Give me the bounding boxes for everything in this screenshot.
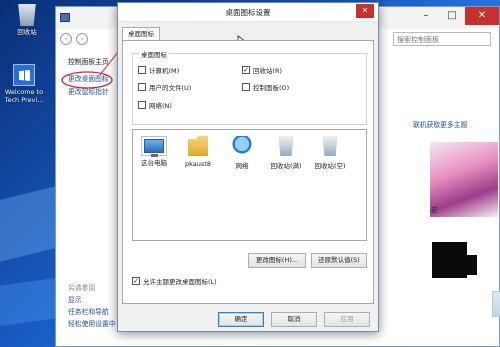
icon-item-user-folder[interactable]: pkaust8 xyxy=(179,136,217,168)
apply-button[interactable]: 应用 xyxy=(324,312,370,327)
user-folder-icon xyxy=(188,136,208,156)
group-legend: 桌面图标 xyxy=(139,49,169,59)
checkbox-box-checked[interactable]: ✓ xyxy=(132,277,140,285)
desktop-icon-settings-dialog: 桌面图标设置 ✕ 桌面图标 桌面图标 计算机(M) ✓ 回收站(R) 用户的文件… xyxy=(117,2,379,332)
allow-themes-checkbox[interactable]: ✓ 允许主题更改桌面图标(L) xyxy=(132,276,217,286)
checkbox-box[interactable] xyxy=(242,83,250,91)
recycle-bin-empty-icon xyxy=(322,136,338,156)
desktop-icons-group: 桌面图标 计算机(M) ✓ 回收站(R) 用户的文件(U) 控制面板(O) 网络… xyxy=(132,49,367,125)
checkbox-label: 计算机(M) xyxy=(149,67,180,75)
checkbox-network[interactable]: 网络(N) xyxy=(138,100,172,110)
icon-item-label: 网络 xyxy=(235,162,249,170)
change-icon-button[interactable]: 更改图标(H)... xyxy=(248,253,306,268)
icon-item-recycle-bin-full[interactable]: 回收站(满) xyxy=(267,136,305,170)
tab-desktop-icons[interactable]: 桌面图标 xyxy=(122,27,160,41)
dialog-title: 桌面图标设置 xyxy=(225,8,271,17)
checkbox-label: 用户的文件(U) xyxy=(149,84,192,92)
icon-item-label: 回收站(空) xyxy=(314,162,346,170)
dialog-tab-panel: 桌面图标 计算机(M) ✓ 回收站(R) 用户的文件(U) 控制面板(O) 网络… xyxy=(122,40,374,304)
icon-item-label: 这台电脑 xyxy=(141,159,167,167)
checkbox-box[interactable] xyxy=(138,83,146,91)
checkbox-label: 网络(N) xyxy=(149,102,172,110)
checkbox-recycle-bin[interactable]: ✓ 回收站(R) xyxy=(242,65,282,75)
icon-item-label: 回收站(满) xyxy=(270,162,302,170)
icon-item-recycle-bin-empty[interactable]: 回收站(空) xyxy=(311,136,349,170)
checkbox-control-panel[interactable]: 控制面板(O) xyxy=(242,82,289,92)
icon-item-this-pc[interactable]: 这台电脑 xyxy=(135,136,173,167)
recycle-bin-full-icon xyxy=(278,136,294,156)
icon-item-label: pkaust8 xyxy=(185,160,211,168)
icon-preview-list: 这台电脑 pkaust8 网络 回收站(满) 回收站(空) xyxy=(132,129,367,241)
icon-item-network[interactable]: 网络 xyxy=(223,136,261,170)
cancel-button[interactable]: 取消 xyxy=(271,312,317,327)
checkbox-label: 回收站(R) xyxy=(253,67,283,75)
checkbox-label: 允许主题更改桌面图标(L) xyxy=(143,278,217,286)
annotation-circle xyxy=(61,71,113,89)
checkbox-user-files[interactable]: 用户的文件(U) xyxy=(138,82,191,92)
network-icon xyxy=(232,136,252,156)
restore-default-button[interactable]: 还原默认值(S) xyxy=(311,253,367,268)
checkbox-box[interactable] xyxy=(138,101,146,109)
ok-button[interactable]: 确定 xyxy=(218,312,264,327)
dialog-titlebar[interactable]: 桌面图标设置 ✕ xyxy=(118,3,378,22)
checkbox-box[interactable] xyxy=(138,66,146,74)
checkbox-label: 控制面板(O) xyxy=(253,84,290,92)
this-pc-icon xyxy=(141,136,167,157)
checkbox-computer[interactable]: 计算机(M) xyxy=(138,65,179,75)
checkbox-box-checked[interactable]: ✓ xyxy=(242,66,250,74)
dialog-close-button[interactable]: ✕ xyxy=(356,4,374,18)
